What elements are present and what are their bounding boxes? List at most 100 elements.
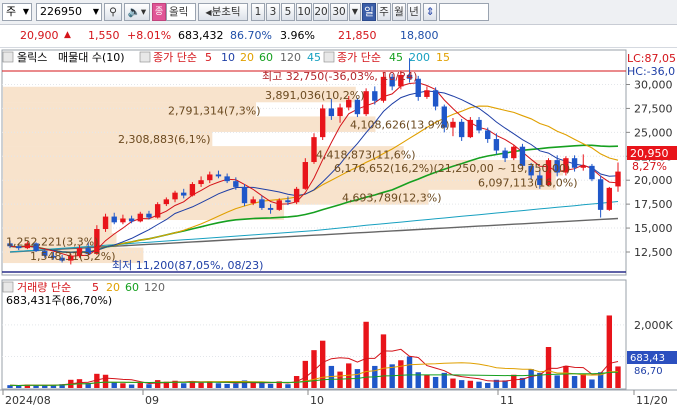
volume-bar [589,379,595,388]
candle-body [285,200,291,203]
volume-bar [302,360,309,388]
legend-toggle-icon[interactable] [2,281,14,293]
x-axis-label: 09 [145,394,159,407]
candle-body [120,218,126,223]
candle-body [580,165,586,168]
high-annotation: 최고 32,750(-36,03%, 10/24) [262,70,417,83]
turnover-rate: 3.96% [280,29,315,42]
price-tick-label: 20,000 [634,174,673,187]
speaker-icon[interactable]: 🔈▾ [124,3,150,21]
candle-body [467,119,474,138]
candle-body [137,213,143,222]
low-annotation: 최저 11,200(87,05%, 08/23) [112,259,263,272]
volume-bar [33,385,39,388]
magnifier-icon[interactable]: ⚲ [104,3,122,21]
price-change-pct: +8.01% [127,29,172,42]
candle-body [276,200,282,210]
volume-value: 683,432 [178,29,224,42]
current-price-axis-label: 20,950 [630,147,669,160]
updown-arrow-icon[interactable]: ⇕ [423,3,437,21]
volume-profile-label: 6,097,113(16,0%) [478,177,578,190]
candle-body [493,139,500,151]
volume-bar [137,382,143,388]
candle-body [215,174,222,177]
code-input[interactable]: 226950 ▼ [36,3,102,21]
toolbar: 주 ▼ 226950 ▼ ⚲ 🔈▾ 종 올릭 ◀분초틱 1 3 5 10 20 30… [0,0,677,25]
interval-30-button[interactable]: 30 [330,3,348,21]
candle-body [250,199,256,204]
legend-ma-title: 종가 단순 [153,51,197,64]
candle-body [163,199,170,205]
candle-body [233,181,239,187]
candle-body [154,204,161,218]
candle-body [172,192,178,200]
volume-bar [432,376,439,388]
legend-toggle-icon[interactable] [139,51,151,63]
volume-current: 683,431주(86,70%) [6,294,112,307]
volume-bar [406,356,413,388]
interval-1-button[interactable]: 1 [251,3,265,21]
volume-bar [571,376,578,388]
stock-name: 올릭 [166,3,196,21]
tick-label: 분초틱 [211,6,241,18]
volume-bar [485,382,491,388]
x-axis-label: 11/20 [636,394,668,407]
stock-chart[interactable]: 3,891,036(10,2%) 2,791,314(7,3%) 4,108,626… [0,48,677,408]
extra-input[interactable] [439,3,489,21]
legend-band: 매물대 수(10) [58,51,125,64]
price-change: 1,550 [88,29,120,42]
volume-profile-bar [3,174,556,190]
volume-bar [250,382,256,388]
legend-toggle-icon[interactable] [323,51,335,63]
volume-bar [458,380,465,388]
interval-20-button[interactable]: 20 [313,3,329,21]
candle-body [293,188,300,203]
candle-body [424,90,430,97]
tick-button[interactable]: ◀분초틱 [198,3,248,21]
vol-ma60: 60 [125,281,139,294]
candle-body [111,216,117,223]
volume-profile-label: 4,418,873(11,6%) [316,148,416,161]
legend-toggle-icon[interactable] [2,51,14,63]
interval-5-button[interactable]: 5 [281,3,295,21]
candle-body [259,199,265,208]
current-price: 20,900 [20,29,59,42]
volume-bar [146,384,152,388]
interval-3-button[interactable]: 3 [266,3,280,21]
period-week-button[interactable]: 주 [377,3,391,21]
candle-body [615,171,621,187]
period-day-button[interactable]: 일 [362,3,376,21]
candle-body [267,207,274,210]
x-axis-label: 10 [310,394,324,407]
volume-bar [554,375,560,388]
vol-ma120: 120 [144,281,165,294]
candle-body [485,130,491,140]
volume-ratio: 86.70% [230,29,272,42]
candle-body [571,158,578,168]
volume-bar [111,382,117,388]
candle-body [102,216,109,230]
low-price: 18,800 [400,29,439,42]
stock-type-badge: 종 [152,3,166,21]
legend-ma10: 10 [221,51,235,64]
quote-bar: 20,900 ▲ 1,550 +8.01% 683,432 86.70% 3.9… [0,25,677,48]
price-tick-label: 30,000 [634,78,673,91]
candle-body [181,192,187,196]
volume-bar [102,374,109,388]
candle-body [589,165,595,180]
volume-profile-label: 4,108,626(13,9%) [350,119,450,132]
market-select[interactable]: 주 ▼ [2,3,32,21]
interval-10-button[interactable]: 10 [296,3,312,21]
volume-bar [563,365,569,388]
up-triangle-icon: ▲ [64,30,71,40]
price-tick-label: 12,500 [634,246,673,259]
price-tick-label: 25,000 [634,126,673,139]
period-month-button[interactable]: 월 [392,3,406,21]
period-year-button[interactable]: 년 [407,3,421,21]
candle-body [476,119,482,131]
candle-body [502,150,508,159]
candle-body [224,176,230,182]
interval-dropdown[interactable]: ▼ [349,3,361,21]
volume-bar [528,369,534,388]
volume-bar [450,378,456,388]
